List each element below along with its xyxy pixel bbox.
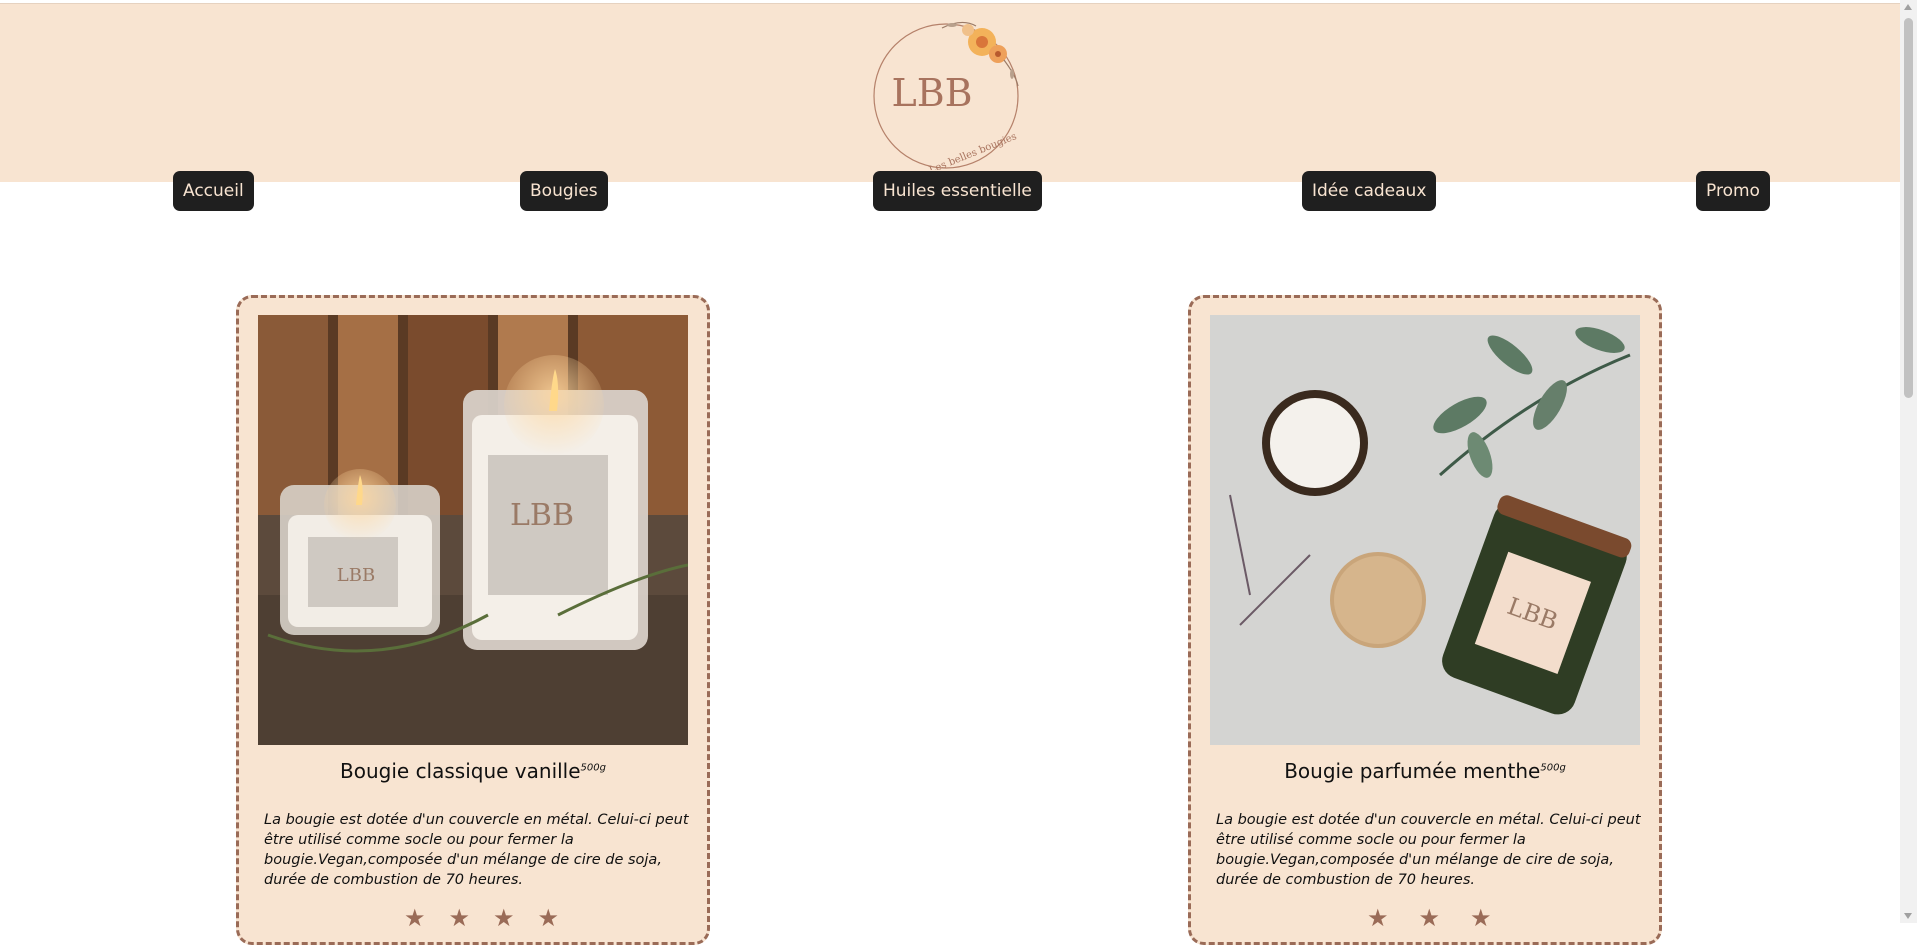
- svg-text:LBB: LBB: [891, 71, 972, 115]
- brand-logo[interactable]: LBB Les belles bougies: [872, 16, 1026, 170]
- product-card[interactable]: LBB Bougie parfumée menthe500g La bougie…: [1188, 295, 1662, 945]
- product-title: Bougie classique vanille500g: [239, 759, 707, 783]
- product-weight: 500g: [1540, 762, 1566, 774]
- rating-stars[interactable]: ★ ★ ★: [1367, 906, 1492, 930]
- product-weight: 500g: [580, 762, 606, 774]
- star-icon[interactable]: ★: [1419, 906, 1441, 930]
- star-icon[interactable]: ★: [449, 906, 471, 930]
- product-image-vanille[interactable]: LBB LBB: [258, 315, 688, 745]
- nav-huiles-essentielle[interactable]: Huiles essentielle: [873, 171, 1042, 211]
- nav-promo[interactable]: Promo: [1696, 171, 1770, 211]
- product-description: La bougie est dotée d'un couvercle en mé…: [1216, 812, 1641, 888]
- scroll-down-arrow-icon[interactable]: [1904, 913, 1912, 919]
- svg-text:LBB: LBB: [337, 565, 375, 586]
- star-icon[interactable]: ★: [493, 906, 515, 930]
- star-icon[interactable]: ★: [1367, 906, 1389, 930]
- rating-stars[interactable]: ★ ★ ★ ★: [404, 906, 559, 930]
- product-title-text: Bougie parfumée menthe: [1284, 759, 1541, 783]
- scroll-up-arrow-icon[interactable]: [1904, 4, 1912, 10]
- product-description: La bougie est dotée d'un couvercle en mé…: [264, 812, 689, 888]
- star-icon[interactable]: ★: [1470, 906, 1492, 930]
- page-scrollbar[interactable]: [1900, 0, 1917, 923]
- site-header: LBB Les belles bougies: [0, 3, 1900, 182]
- nav-idee-cadeaux[interactable]: Idée cadeaux: [1302, 171, 1437, 211]
- product-title: Bougie parfumée menthe500g: [1191, 759, 1659, 783]
- svg-text:LBB: LBB: [510, 498, 574, 533]
- nav-bougies[interactable]: Bougies: [520, 171, 608, 211]
- star-icon[interactable]: ★: [404, 906, 426, 930]
- product-image-menthe[interactable]: LBB: [1210, 315, 1640, 745]
- nav-accueil[interactable]: Accueil: [173, 171, 254, 211]
- product-title-text: Bougie classique vanille: [340, 759, 581, 783]
- star-icon[interactable]: ★: [538, 906, 560, 930]
- svg-text:Les belles bougies: Les belles bougies: [928, 131, 1019, 170]
- product-card[interactable]: LBB LBB Bougie classique vanille500g La …: [236, 295, 710, 945]
- scrollbar-thumb[interactable]: [1904, 18, 1913, 398]
